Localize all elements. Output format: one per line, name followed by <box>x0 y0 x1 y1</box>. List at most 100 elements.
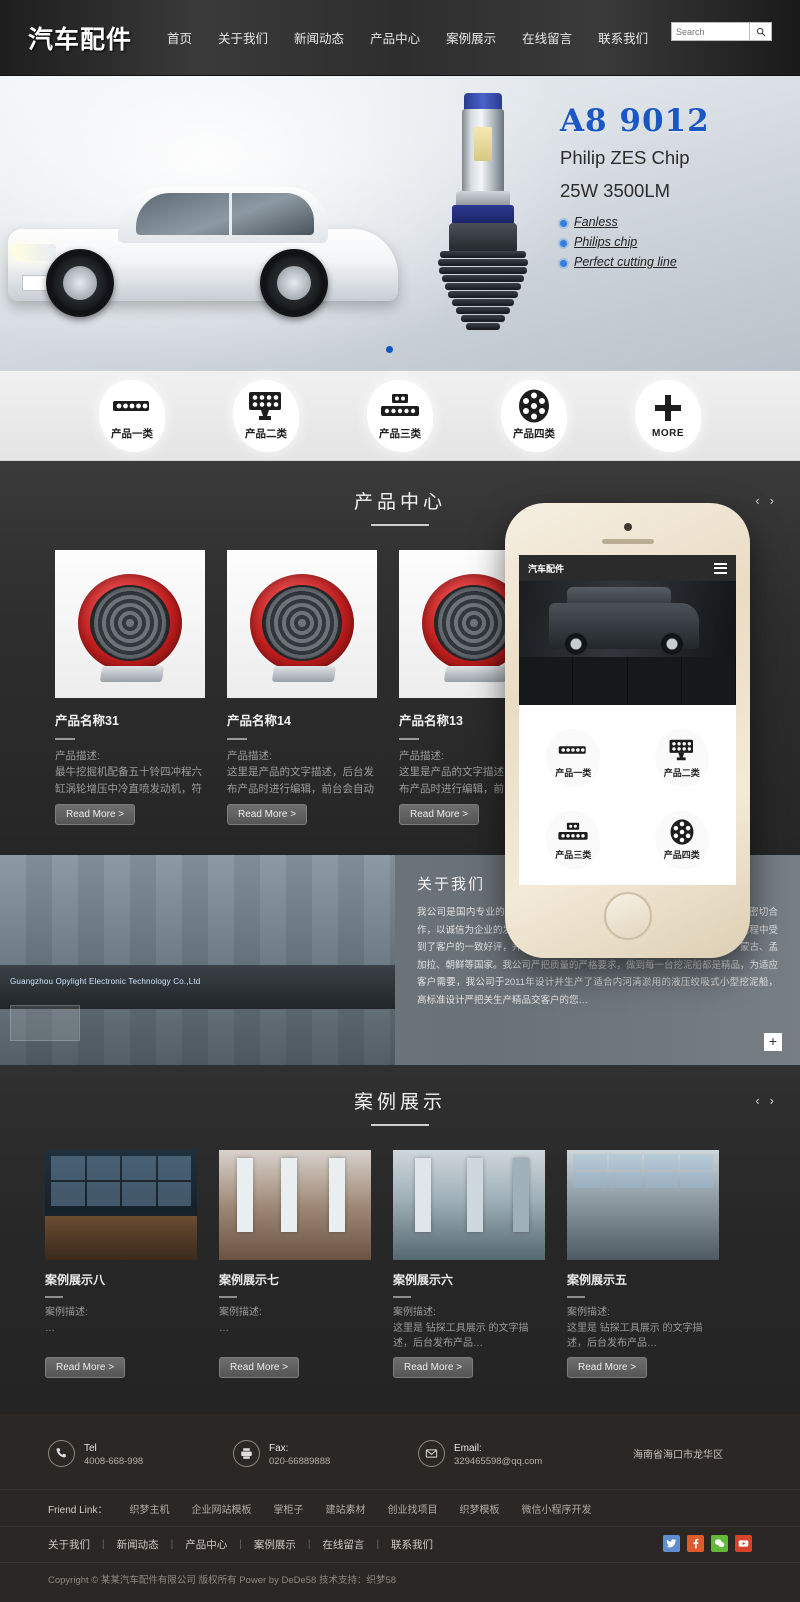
product-rule <box>399 738 419 740</box>
product-card[interactable]: 产品名称31 产品描述: 最牛挖掘机配备五十铃四冲程六缸涡轮增压中冷直喷发动机，… <box>55 550 205 825</box>
product-image <box>227 550 377 698</box>
case-description: 案例描述: … <box>219 1305 371 1347</box>
cases-prev-arrow[interactable]: ‹ <box>755 1093 759 1108</box>
search-icon <box>756 27 765 36</box>
nav-item-message[interactable]: 在线留言 <box>509 22 585 53</box>
site-header: 汽车配件 首页 关于我们 新闻动态 产品中心 案例展示 在线留言 联系我们 <box>0 0 800 76</box>
search-box <box>671 22 772 41</box>
hamburger-menu-icon[interactable] <box>714 562 727 574</box>
category-item-2[interactable]: 产品二类 <box>225 378 307 454</box>
friend-link[interactable]: 建站素材 <box>325 1501 365 1516</box>
case-read-more-button[interactable]: Read More > <box>567 1357 648 1378</box>
product-image <box>55 550 205 698</box>
phone-category-label: 产品四类 <box>663 849 700 860</box>
footer-nav-contact[interactable]: 联系我们 <box>391 1537 433 1552</box>
footer-nav-separator: | <box>239 1539 242 1550</box>
phone-category-item-3[interactable]: 产品三类 <box>519 799 628 881</box>
footer-nav-cases[interactable]: 案例展示 <box>254 1537 296 1552</box>
case-read-more-button[interactable]: Read More > <box>219 1357 300 1378</box>
led-grid-icon <box>247 391 285 421</box>
friend-link[interactable]: 织梦主机 <box>129 1501 169 1516</box>
about-expand-button[interactable]: + <box>764 1033 782 1051</box>
phone-category-grid: 产品一类 产品二类 产品三类 产品四类 <box>519 705 736 881</box>
nav-item-about[interactable]: 关于我们 <box>205 22 281 53</box>
footer-nav-message[interactable]: 在线留言 <box>322 1537 364 1552</box>
footer-nav-news[interactable]: 新闻动态 <box>117 1537 159 1552</box>
case-card[interactable]: 案例展示六 案例描述: 这里是 钻探工具展示 的文字描述，后台发布产品… Rea… <box>393 1150 545 1378</box>
hero-feature-item: Philips chip <box>560 235 790 249</box>
nav-item-home[interactable]: 首页 <box>154 22 205 53</box>
case-image <box>567 1150 719 1260</box>
case-read-more-button[interactable]: Read More > <box>393 1357 474 1378</box>
youtube-icon[interactable] <box>735 1535 752 1552</box>
site-logo[interactable]: 汽车配件 <box>28 20 132 56</box>
phone-speaker <box>601 539 654 544</box>
footer-nav-products[interactable]: 产品中心 <box>185 1537 227 1552</box>
category-item-3[interactable]: 产品三类 <box>359 378 441 454</box>
phone-camera-icon <box>623 523 632 531</box>
friend-links-row: Friend Link： 织梦主机 企业网站模板 掌柜子 建站素材 创业找项目 … <box>0 1489 800 1526</box>
mail-icon <box>418 1440 445 1467</box>
friend-link[interactable]: 微信小程序开发 <box>521 1501 591 1516</box>
social-links <box>663 1535 752 1552</box>
twitter-icon[interactable] <box>663 1535 680 1552</box>
search-button[interactable] <box>749 22 772 41</box>
friend-link[interactable]: 创业找项目 <box>387 1501 437 1516</box>
case-description: 案例描述: 这里是 钻探工具展示 的文字描述，后台发布产品… <box>393 1305 545 1347</box>
product-read-more-button[interactable]: Read More > <box>227 804 308 825</box>
cases-next-arrow[interactable]: › <box>770 1093 774 1108</box>
footer-nav-separator: | <box>307 1539 311 1550</box>
case-desc-text: 这里是 钻探工具展示 的文字描述，后台发布产品… <box>393 1322 529 1348</box>
nav-item-contact[interactable]: 联系我们 <box>585 22 661 53</box>
wechat-icon[interactable] <box>711 1535 728 1552</box>
hero-feature-item: Perfect cutting line <box>560 255 790 269</box>
friend-link[interactable]: 掌柜子 <box>273 1501 303 1516</box>
products-next-arrow[interactable]: › <box>770 493 774 508</box>
case-card[interactable]: 案例展示五 案例描述: 这里是 钻探工具展示 的文字描述，后台发布产品… Rea… <box>567 1150 719 1378</box>
hero-dot-1[interactable] <box>386 346 393 353</box>
product-desc-label: 产品描述: <box>55 750 100 762</box>
case-card[interactable]: 案例展示七 案例描述: … Read More > <box>219 1150 371 1378</box>
hero-text-block: A8 9012 Philip ZES Chip 25W 3500LM Fanle… <box>560 104 790 275</box>
hero-subtitle-line2: 25W 3500LM <box>560 180 671 202</box>
phone-category-item-2[interactable]: 产品二类 <box>628 717 737 799</box>
case-read-more-button[interactable]: Read More > <box>45 1357 126 1378</box>
contact-value: 020-66889888 <box>269 1455 331 1467</box>
nav-item-products[interactable]: 产品中心 <box>357 22 433 53</box>
case-rule <box>45 1296 63 1298</box>
product-card[interactable]: 产品名称14 产品描述: 这里是产品的文字描述，后台发布产品时进行编辑，前台会自… <box>227 550 377 825</box>
friend-link[interactable]: 织梦模板 <box>459 1501 499 1516</box>
products-prev-arrow[interactable]: ‹ <box>755 493 759 508</box>
category-item-1[interactable]: 产品一类 <box>91 378 173 454</box>
category-item-more[interactable]: MORE <box>627 378 709 454</box>
case-image <box>393 1150 545 1260</box>
category-label: 产品一类 <box>111 427 153 440</box>
search-input[interactable] <box>671 22 749 41</box>
category-item-4[interactable]: 产品四类 <box>493 378 575 454</box>
cases-header: 案例展示 ‹ › <box>0 1087 800 1126</box>
nav-item-news[interactable]: 新闻动态 <box>281 22 357 53</box>
nav-item-cases[interactable]: 案例展示 <box>433 22 509 53</box>
main-nav: 首页 关于我们 新闻动态 产品中心 案例展示 在线留言 联系我们 <box>154 22 661 53</box>
category-label: 产品二类 <box>245 427 287 440</box>
friend-link[interactable]: 企业网站模板 <box>191 1501 251 1516</box>
category-label: 产品四类 <box>513 427 555 440</box>
phone-logo: 汽车配件 <box>528 564 565 575</box>
phone-category-label: 产品三类 <box>555 849 592 860</box>
product-rule <box>227 738 247 740</box>
led-bar-icon <box>557 738 589 762</box>
footer-nav-about[interactable]: 关于我们 <box>48 1537 90 1552</box>
about-company-sign: Guangzhou Opylight Electronic Technology… <box>10 977 201 986</box>
phone-category-item-4[interactable]: 产品四类 <box>628 799 737 881</box>
product-read-more-button[interactable]: Read More > <box>399 804 480 825</box>
case-rule <box>393 1296 411 1298</box>
phone-topbar: 汽车配件 <box>519 555 736 581</box>
phone-home-button[interactable] <box>603 892 652 940</box>
fax-icon <box>233 1440 260 1467</box>
product-read-more-button[interactable]: Read More > <box>55 804 136 825</box>
phone-category-item-1[interactable]: 产品一类 <box>519 717 628 799</box>
cases-section: 案例展示 ‹ › 案例展示八 案例描述: … Read More > 案例展示七… <box>0 1065 800 1414</box>
product-name: 产品名称31 <box>55 714 119 728</box>
facebook-icon[interactable] <box>687 1535 704 1552</box>
case-card[interactable]: 案例展示八 案例描述: … Read More > <box>45 1150 197 1378</box>
